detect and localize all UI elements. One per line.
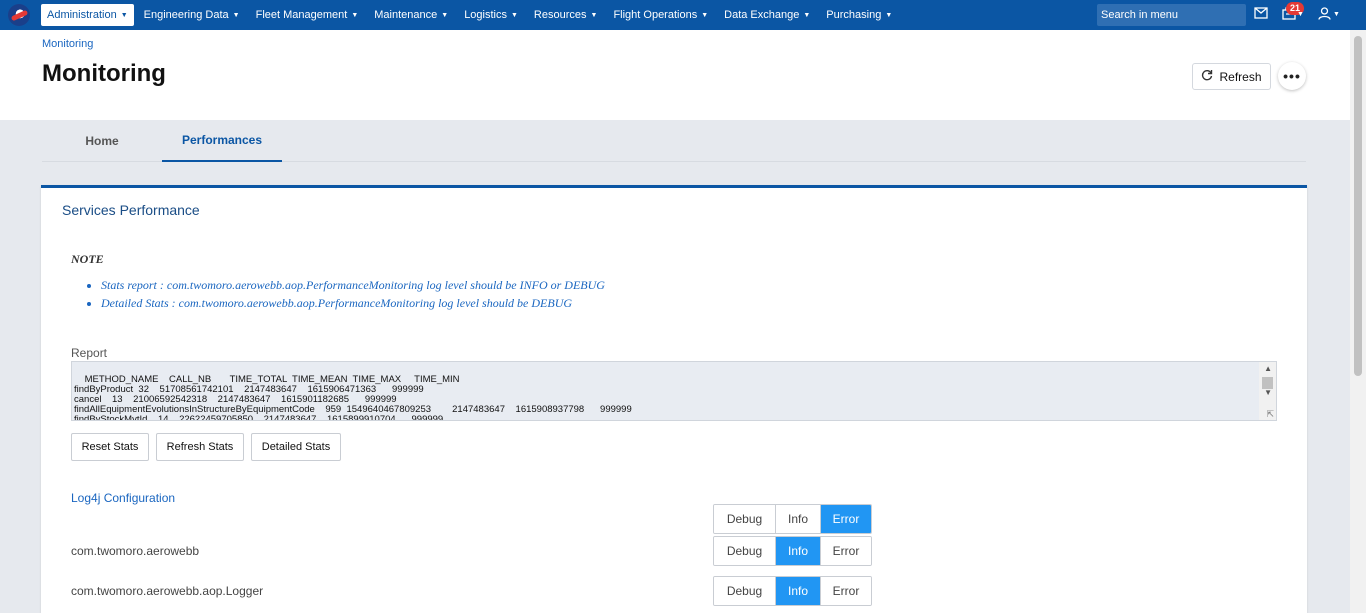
logger-name: com.twomoro.aerowebb.aop.Logger — [71, 584, 264, 598]
log-level-error[interactable]: Error — [821, 577, 871, 605]
chevron-down-icon: ▼ — [803, 11, 811, 19]
chevron-down-icon: ▼ — [701, 11, 709, 19]
report-textarea[interactable]: METHOD_NAME CALL_NB TIME_TOTAL TIME_MEAN… — [71, 361, 1277, 421]
chevron-down-icon: ▼ — [232, 11, 240, 19]
chevron-down-icon[interactable]: ▼ — [1333, 7, 1340, 23]
menu-data-exchange[interactable]: Data Exchange ▼ — [718, 4, 816, 26]
log-level-selector: Debug Info Error — [713, 536, 872, 566]
chevron-down-icon: ▼ — [441, 11, 449, 19]
chevron-down-icon: ▼ — [590, 11, 598, 19]
log4j-title: Log4j Configuration — [71, 491, 176, 505]
log-level-error[interactable]: Error — [821, 537, 871, 565]
page-scroll-thumb[interactable] — [1354, 36, 1362, 376]
menu-label: Resources — [533, 9, 587, 21]
refresh-button[interactable]: Refresh — [1192, 63, 1271, 90]
mail-icon[interactable] — [1254, 7, 1268, 23]
log-level-debug[interactable]: Debug — [714, 537, 776, 565]
more-options-button[interactable]: ••• — [1278, 62, 1306, 90]
log-level-info[interactable]: Info — [776, 537, 821, 565]
scroll-down-icon[interactable]: ▼ — [1264, 388, 1272, 398]
menu-flight-operations[interactable]: Flight Operations ▼ — [607, 4, 714, 26]
note-item: Stats report : com.twomoro.aerowebb.aop.… — [101, 278, 605, 293]
refresh-label: Refresh — [1219, 69, 1262, 84]
top-navbar: Administration ▼ Engineering Data ▼ Fleet … — [0, 0, 1366, 30]
menu-search-input[interactable] — [1097, 4, 1246, 26]
menu-label: Maintenance — [374, 9, 438, 21]
menu-fleet-management[interactable]: Fleet Management ▼ — [250, 4, 365, 26]
chevron-down-icon[interactable]: ▼ — [1297, 7, 1304, 23]
refresh-icon — [1201, 69, 1213, 84]
log-level-info[interactable]: Info — [776, 577, 821, 605]
menu-label: Fleet Management — [255, 9, 348, 21]
chevron-down-icon: ▼ — [351, 11, 359, 19]
menu-administration[interactable]: Administration ▼ — [41, 4, 134, 26]
log-level-selector: Debug Info Error — [713, 504, 872, 534]
menu-engineering-data[interactable]: Engineering Data ▼ — [138, 4, 246, 26]
chevron-down-icon: ▼ — [120, 11, 128, 19]
chevron-down-icon: ▼ — [885, 11, 893, 19]
page-scrollbar[interactable] — [1350, 30, 1366, 613]
menu-label: Purchasing — [826, 9, 882, 21]
user-icon[interactable] — [1318, 7, 1331, 24]
log-level-debug[interactable]: Debug — [714, 577, 776, 605]
menu-label: Flight Operations — [613, 9, 698, 21]
log-level-error[interactable]: Error — [821, 505, 871, 533]
scroll-up-icon[interactable]: ▲ — [1264, 364, 1272, 374]
log-level-info[interactable]: Info — [776, 505, 821, 533]
tab-bar: Home Performances — [42, 120, 1306, 162]
note-title: NOTE — [71, 252, 104, 266]
main-menu: Administration ▼ Engineering Data ▼ Fleet … — [41, 0, 902, 30]
menu-label: Engineering Data — [143, 9, 229, 21]
reset-stats-button[interactable]: Reset Stats — [71, 433, 149, 461]
menu-logistics[interactable]: Logistics ▼ — [458, 4, 524, 26]
menu-label: Administration — [47, 9, 117, 21]
app-logo-icon[interactable] — [8, 4, 30, 26]
menu-resources[interactable]: Resources ▼ — [528, 4, 604, 26]
note-item: Detailed Stats : com.twomoro.aerowebb.ao… — [101, 296, 605, 311]
log-level-debug[interactable]: Debug — [714, 505, 776, 533]
card-title: Services Performance — [62, 202, 200, 218]
page-title: Monitoring — [42, 60, 166, 87]
menu-label: Logistics — [464, 9, 507, 21]
menu-purchasing[interactable]: Purchasing ▼ — [820, 4, 898, 26]
menu-maintenance[interactable]: Maintenance ▼ — [368, 4, 454, 26]
breadcrumb[interactable]: Monitoring — [42, 38, 93, 50]
refresh-stats-button[interactable]: Refresh Stats — [156, 433, 244, 461]
resize-handle-icon[interactable]: ⇱ — [1266, 409, 1274, 419]
logger-name: com.twomoro.aerowebb — [71, 544, 200, 558]
menu-label: Data Exchange — [724, 9, 800, 21]
services-performance-card: Services Performance NOTE Stats report :… — [41, 185, 1307, 613]
chevron-down-icon: ▼ — [510, 11, 518, 19]
tab-home[interactable]: Home — [42, 120, 162, 162]
more-icon: ••• — [1283, 68, 1301, 84]
report-label: Report — [71, 346, 108, 360]
log-level-selector: Debug Info Error — [713, 576, 872, 606]
tab-performances[interactable]: Performances — [162, 120, 282, 162]
report-text: METHOD_NAME CALL_NB TIME_TOTAL TIME_MEAN… — [74, 374, 632, 421]
note-list: Stats report : com.twomoro.aerowebb.aop.… — [101, 278, 605, 314]
detailed-stats-button[interactable]: Detailed Stats — [251, 433, 341, 461]
